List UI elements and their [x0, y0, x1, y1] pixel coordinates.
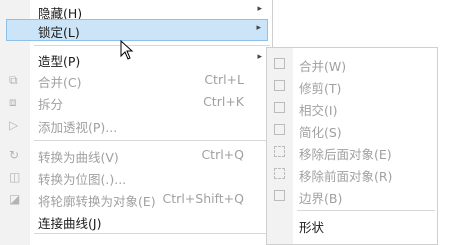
menu-item-combine-shortcut: Ctrl+L — [204, 72, 244, 87]
submenu-arrow-icon: ▸ — [257, 52, 262, 62]
convert-to-bitmap-icon: ◫ — [9, 170, 21, 184]
menu-separator — [34, 45, 270, 46]
menu-item-convert-to-bitmap-label: 转换为位图(.)... — [38, 172, 127, 187]
submenu-item-back-minus-front[interactable]: 移除后面对象(E) — [267, 141, 437, 163]
submenu-item-intersect-label: 相交(I) — [299, 103, 338, 118]
intersect-icon — [274, 102, 285, 113]
break-apart-icon: ⧈ — [9, 95, 17, 109]
trim-icon — [274, 80, 285, 91]
menu-item-break-apart-label: 拆分 — [38, 97, 64, 112]
front-minus-back-icon — [274, 168, 285, 179]
submenu-item-intersect[interactable]: 相交(I) — [267, 97, 437, 119]
mouse-cursor-icon — [120, 40, 134, 60]
menu-item-add-perspective[interactable]: ▷ 添加透视(P)... — [0, 114, 272, 136]
menu-item-shaping[interactable]: 造型(P) ▸ — [0, 48, 272, 70]
menu-item-convert-to-curves-shortcut: Ctrl+Q — [201, 147, 244, 162]
menu-item-outline-to-object[interactable]: ◪ 将轮廓转换为对象(E) Ctrl+Shift+Q — [0, 188, 272, 210]
submenu-item-weld-label: 合并(W) — [299, 59, 347, 74]
menu-item-lock[interactable]: 锁定(L) ▸ — [6, 19, 268, 41]
submenu-item-boundary[interactable]: 边界(B) — [267, 185, 437, 207]
submenu-item-simplify-label: 简化(S) — [299, 125, 342, 140]
lock-submenu: 合并(W) 修剪(T) 相交(I) 简化(S) 移除后面对象(E) 移除前面对象… — [266, 47, 438, 245]
menu-item-join-curves[interactable]: 连接曲线(J) — [0, 210, 272, 232]
menu-item-break-apart[interactable]: ⧈ 拆分 Ctrl+K — [0, 91, 272, 113]
menu-item-add-perspective-label: 添加透视(P)... — [38, 120, 118, 135]
submenu-item-back-minus-front-label: 移除后面对象(E) — [299, 147, 392, 162]
menu-item-truncated[interactable]: ... — [0, 236, 272, 245]
submenu-item-weld[interactable]: 合并(W) — [267, 53, 437, 75]
combine-icon: ⧉ — [9, 73, 18, 87]
menu-item-combine[interactable]: ⧉ 合并(C) Ctrl+L — [0, 69, 272, 91]
perspective-icon: ▷ — [9, 118, 19, 132]
weld-icon — [274, 58, 285, 69]
menu-item-convert-to-curves-label: 转换为曲线(V) — [38, 150, 119, 165]
submenu-item-front-minus-back[interactable]: 移除前面对象(R) — [267, 163, 437, 185]
submenu-item-front-minus-back-label: 移除前面对象(R) — [299, 169, 393, 184]
back-minus-front-icon — [274, 146, 285, 157]
submenu-item-trim-label: 修剪(T) — [299, 81, 342, 96]
menu-item-convert-to-bitmap[interactable]: ◫ 转换为位图(.)... — [0, 166, 272, 188]
menu-separator — [34, 140, 270, 141]
menu-item-convert-to-curves[interactable]: ↻ 转换为曲线(V) Ctrl+Q — [0, 144, 272, 166]
canvas-edge — [438, 0, 464, 245]
submenu-arrow-icon: ▸ — [257, 4, 262, 14]
boundary-icon — [274, 190, 285, 201]
menu-item-shaping-label: 造型(P) — [38, 54, 81, 69]
menu-item-lock-label: 锁定(L) — [38, 25, 80, 40]
submenu-item-shape[interactable]: 形状 — [267, 214, 437, 236]
menu-separator — [34, 233, 270, 234]
menu-item-outline-to-object-shortcut: Ctrl+Shift+Q — [162, 191, 244, 206]
menu-item-truncated-label: ... — [38, 238, 50, 245]
submenu-item-boundary-label: 边界(B) — [299, 191, 343, 206]
simplify-icon — [274, 124, 285, 135]
outline-to-object-icon: ◪ — [9, 192, 21, 206]
context-menu: 隐藏(H) ▸ 锁定(L) ▸ 造型(P) ▸ ⧉ 合并(C) Ctrl+L ⧈… — [0, 0, 273, 245]
menu-item-combine-label: 合并(C) — [38, 75, 82, 90]
menu-item-break-apart-shortcut: Ctrl+K — [203, 94, 244, 109]
submenu-item-simplify[interactable]: 简化(S) — [267, 119, 437, 141]
menu-item-join-curves-label: 连接曲线(J) — [38, 216, 102, 231]
menu-item-outline-to-object-label: 将轮廓转换为对象(E) — [38, 194, 156, 209]
submenu-item-shape-label: 形状 — [299, 220, 325, 235]
submenu-arrow-icon: ▸ — [256, 23, 261, 33]
convert-to-curves-icon: ↻ — [9, 148, 20, 162]
submenu-item-trim[interactable]: 修剪(T) — [267, 75, 437, 97]
submenu-separator — [297, 210, 435, 211]
